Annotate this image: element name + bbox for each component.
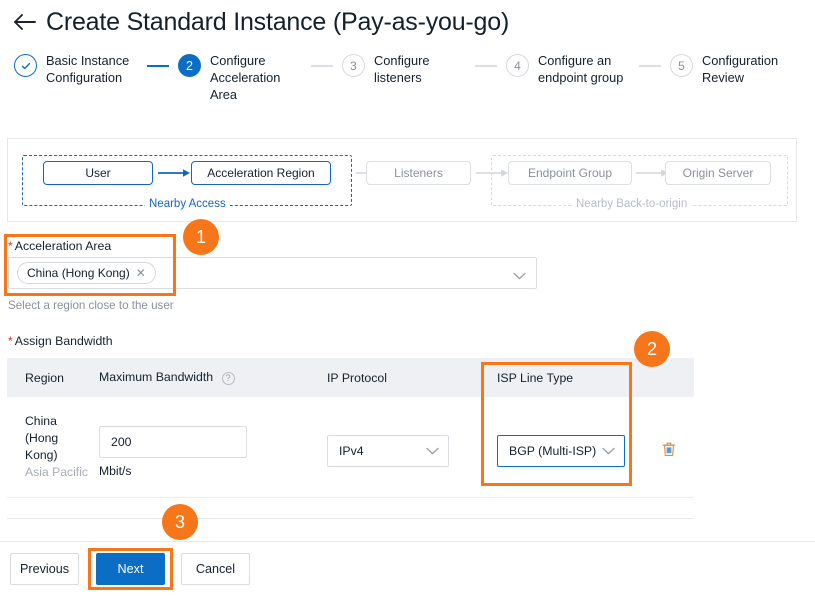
flow-node-origin-server: Origin Server [665, 161, 771, 185]
isp-line-type-value: BGP (Multi-ISP) [509, 444, 596, 458]
bandwidth-input[interactable]: 200 [99, 426, 247, 458]
step-3-label: Configure listeners [374, 52, 466, 86]
acceleration-area-select[interactable]: China (Hong Kong) ✕ [8, 257, 537, 289]
chevron-down-icon[interactable] [513, 267, 526, 285]
back-arrow-icon[interactable] [8, 5, 42, 39]
flow-node-listeners: Listeners [366, 161, 471, 185]
flow-node-acceleration-region: Acceleration Region [191, 161, 331, 185]
architecture-flow-panel: Nearby Access User Acceleration Region L… [7, 138, 797, 222]
step-2-configure-acceleration-area[interactable]: 2 Configure Acceleration Area [178, 52, 302, 103]
acceleration-area-label-text: Acceleration Area [15, 239, 111, 253]
cell-ip-protocol: IPv4 [327, 397, 487, 497]
cell-region: China (Hong Kong) Asia Pacific [7, 397, 92, 497]
assign-bandwidth-label-text: Assign Bandwidth [15, 334, 113, 348]
page-title: Create Standard Instance (Pay-as-you-go) [46, 8, 509, 37]
step-separator-4 [639, 65, 661, 67]
step-separator-3 [475, 65, 497, 67]
chevron-down-icon [602, 444, 615, 458]
close-icon[interactable]: ✕ [136, 266, 146, 280]
ip-protocol-select[interactable]: IPv4 [327, 435, 449, 467]
assign-bandwidth-label: *Assign Bandwidth [8, 334, 113, 348]
step-3-configure-listeners[interactable]: 3 Configure listeners [342, 52, 466, 86]
create-instance-page: Create Standard Instance (Pay-as-you-go)… [0, 0, 815, 596]
annotation-badge-1: 1 [183, 219, 219, 255]
acceleration-area-chip[interactable]: China (Hong Kong) ✕ [17, 262, 156, 284]
ip-protocol-value: IPv4 [339, 444, 364, 458]
step-separator-2 [311, 65, 333, 67]
table-header-row: Region Maximum Bandwidth ? IP Protocol I… [7, 358, 694, 397]
step-5-number: 5 [670, 54, 693, 77]
annotation-badge-3: 3 [162, 504, 198, 540]
step-4-label: Configure an endpoint group [538, 52, 630, 86]
page-header: Create Standard Instance (Pay-as-you-go) [0, 0, 815, 44]
flow-node-endpoint-group: Endpoint Group [508, 161, 632, 185]
help-circle-icon[interactable]: ? [222, 372, 235, 385]
trash-icon[interactable] [662, 441, 694, 462]
nearby-access-caption: Nearby Access [145, 198, 230, 210]
assign-bandwidth-required-mark: * [8, 334, 13, 348]
annotation-badge-2: 2 [634, 331, 670, 367]
chevron-down-icon [426, 444, 439, 458]
region-name: China (Hong Kong) [25, 397, 92, 464]
isp-line-type-select[interactable]: BGP (Multi-ISP) [497, 435, 625, 467]
cancel-button[interactable]: Cancel [181, 553, 250, 585]
step-1-basic-instance-configuration[interactable]: Basic Instance Configuration [14, 52, 138, 86]
bandwidth-unit: Mbit/s [99, 464, 327, 478]
column-header-maximum-bandwidth-text: Maximum Bandwidth [99, 370, 213, 384]
column-header-maximum-bandwidth: Maximum Bandwidth ? [92, 370, 327, 384]
step-1-label: Basic Instance Configuration [46, 52, 138, 86]
step-5-configuration-review[interactable]: 5 Configuration Review [670, 52, 794, 86]
acceleration-area-label: *Acceleration Area [8, 239, 111, 253]
acceleration-area-hint: Select a region close to the user [8, 299, 174, 312]
step-separator-1 [147, 65, 169, 67]
table-bottom-divider [7, 518, 694, 519]
arrow-user-to-region-icon [158, 168, 191, 178]
acceleration-area-chip-label: China (Hong Kong) [27, 266, 130, 280]
step-5-label: Configuration Review [702, 52, 794, 86]
next-button[interactable]: Next [96, 553, 165, 585]
cell-actions [657, 397, 694, 497]
step-3-number: 3 [342, 54, 365, 77]
wizard-stepper: Basic Instance Configuration 2 Configure… [14, 52, 804, 124]
step-1-check-icon [14, 54, 37, 77]
previous-button[interactable]: Previous [10, 553, 79, 585]
cell-maximum-bandwidth: 200 Mbit/s [92, 397, 327, 497]
step-4-configure-endpoint-group[interactable]: 4 Configure an endpoint group [506, 52, 630, 86]
nearby-back-to-origin-caption: Nearby Back-to-origin [572, 198, 691, 210]
step-2-number: 2 [178, 54, 201, 77]
bandwidth-table: Region Maximum Bandwidth ? IP Protocol I… [7, 358, 694, 498]
column-header-region: Region [7, 371, 92, 385]
flow-node-user: User [43, 161, 153, 185]
wizard-footer: Previous Next Cancel [0, 541, 815, 596]
cell-isp-line-type: BGP (Multi-ISP) [487, 397, 657, 497]
acceleration-area-required-mark: * [8, 239, 13, 253]
column-header-ip-protocol: IP Protocol [327, 371, 487, 385]
table-row: China (Hong Kong) Asia Pacific 200 Mbit/… [7, 397, 694, 498]
step-2-label: Configure Acceleration Area [210, 52, 302, 103]
step-4-number: 4 [506, 54, 529, 77]
column-header-isp-line-type: ISP Line Type [487, 371, 657, 385]
region-sub: Asia Pacific [25, 464, 92, 481]
